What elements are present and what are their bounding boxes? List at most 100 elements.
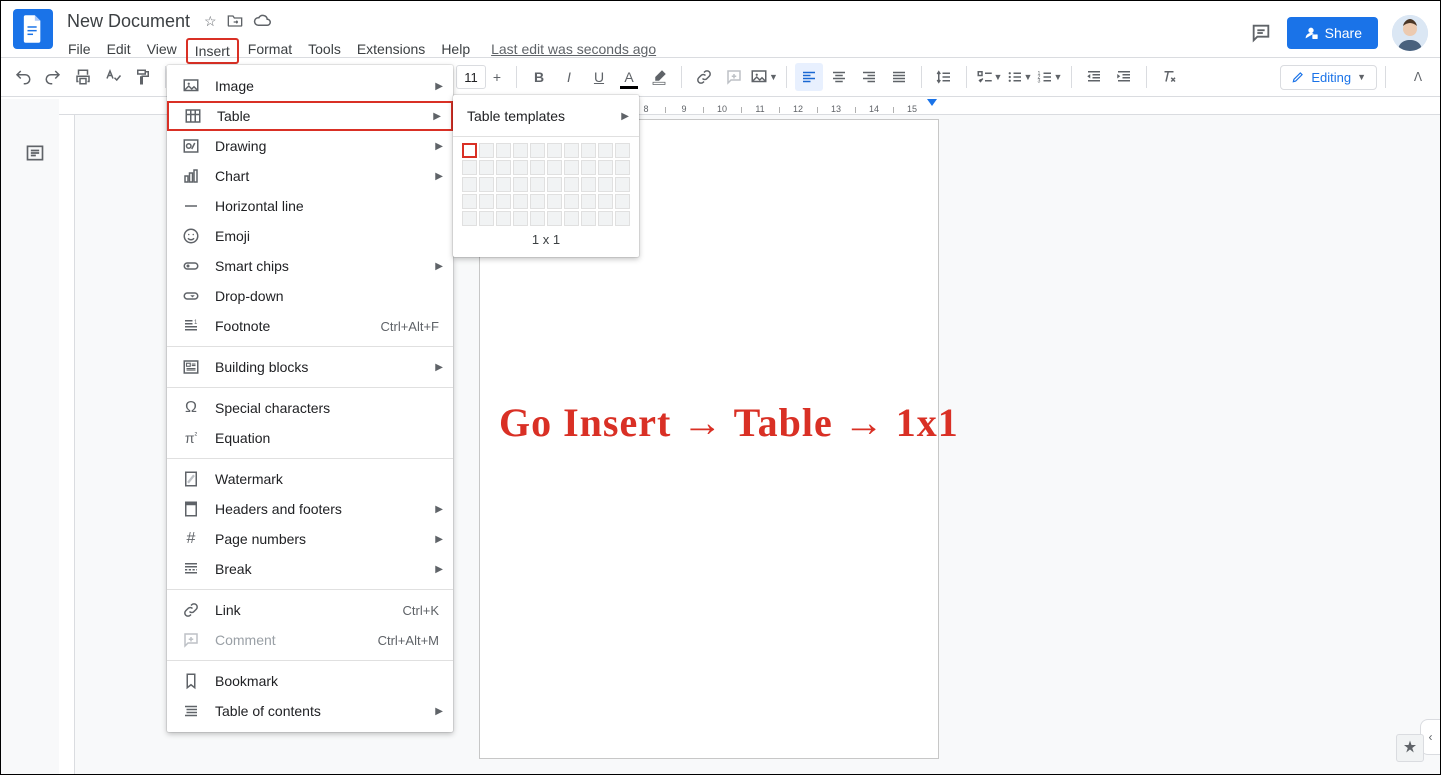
menu-edit[interactable]: Edit: [100, 38, 138, 64]
table-grid-cell[interactable]: [598, 143, 613, 158]
insert-break-item[interactable]: Break▶: [167, 554, 453, 584]
table-grid-cell[interactable]: [496, 160, 511, 175]
table-grid-cell[interactable]: [530, 143, 545, 158]
font-size-increase[interactable]: +: [486, 65, 508, 89]
table-grid-cell[interactable]: [564, 194, 579, 209]
menu-tools[interactable]: Tools: [301, 38, 348, 64]
table-grid-cell[interactable]: [496, 177, 511, 192]
docs-logo[interactable]: [13, 9, 53, 49]
underline-button[interactable]: U: [585, 63, 613, 91]
insert-footnote-item[interactable]: 1FootnoteCtrl+Alt+F: [167, 311, 453, 341]
insert-hr-item[interactable]: Horizontal line: [167, 191, 453, 221]
align-right-button[interactable]: [855, 63, 883, 91]
increase-indent-button[interactable]: [1110, 63, 1138, 91]
table-grid-cell[interactable]: [581, 143, 596, 158]
comment-history-icon[interactable]: [1249, 21, 1273, 45]
insert-toc-item[interactable]: Table of contents▶: [167, 696, 453, 726]
table-grid-cell[interactable]: [462, 211, 477, 226]
insert-omega-item[interactable]: ΩSpecial characters: [167, 393, 453, 423]
table-grid-cell[interactable]: [530, 194, 545, 209]
align-center-button[interactable]: [825, 63, 853, 91]
table-grid-cell[interactable]: [496, 194, 511, 209]
table-grid-cell[interactable]: [547, 194, 562, 209]
align-left-button[interactable]: [795, 63, 823, 91]
table-grid-cell[interactable]: [479, 211, 494, 226]
insert-image-item[interactable]: Image▶: [167, 71, 453, 101]
table-grid-cell[interactable]: [530, 211, 545, 226]
add-comment-button[interactable]: [720, 63, 748, 91]
menu-view[interactable]: View: [140, 38, 184, 64]
cloud-status-icon[interactable]: [253, 13, 271, 30]
table-grid-cell[interactable]: [615, 160, 630, 175]
print-button[interactable]: [69, 63, 97, 91]
menu-format[interactable]: Format: [241, 38, 299, 64]
insert-bookmark-item[interactable]: Bookmark: [167, 666, 453, 696]
clear-formatting-button[interactable]: [1155, 63, 1183, 91]
insert-pi-item[interactable]: π²Equation: [167, 423, 453, 453]
table-grid-cell[interactable]: [479, 194, 494, 209]
table-grid-cell[interactable]: [598, 211, 613, 226]
table-grid-cell[interactable]: [479, 143, 494, 158]
redo-button[interactable]: [39, 63, 67, 91]
table-grid-cell[interactable]: [581, 177, 596, 192]
table-grid-cell[interactable]: [530, 177, 545, 192]
editing-mode-button[interactable]: Editing ▼: [1280, 65, 1377, 90]
line-spacing-button[interactable]: [930, 63, 958, 91]
table-grid-cell[interactable]: [479, 177, 494, 192]
share-button[interactable]: Share: [1287, 17, 1378, 49]
star-icon[interactable]: ☆: [204, 13, 217, 30]
text-color-button[interactable]: A: [615, 63, 643, 91]
bulleted-list-button[interactable]: ▼: [1005, 63, 1033, 91]
last-edit-link[interactable]: Last edit was seconds ago: [491, 38, 656, 64]
spellcheck-button[interactable]: [99, 63, 127, 91]
table-grid-cell[interactable]: [462, 177, 477, 192]
insert-watermark-item[interactable]: Watermark: [167, 464, 453, 494]
decrease-indent-button[interactable]: [1080, 63, 1108, 91]
table-grid-cell[interactable]: [598, 194, 613, 209]
menu-extensions[interactable]: Extensions: [350, 38, 432, 64]
document-title[interactable]: New Document: [61, 9, 196, 34]
italic-button[interactable]: I: [555, 63, 583, 91]
table-grid-cell[interactable]: [462, 194, 477, 209]
hide-menus-button[interactable]: ᐱ: [1404, 63, 1432, 91]
paint-format-button[interactable]: [129, 63, 157, 91]
highlight-color-button[interactable]: [645, 63, 673, 91]
insert-dropdown-item[interactable]: Drop-down: [167, 281, 453, 311]
table-grid-cell[interactable]: [564, 160, 579, 175]
table-grid-cell[interactable]: [496, 143, 511, 158]
insert-image-button[interactable]: ▼: [750, 63, 778, 91]
table-grid-cell[interactable]: [530, 160, 545, 175]
checklist-button[interactable]: ▼: [975, 63, 1003, 91]
table-grid-cell[interactable]: [547, 160, 562, 175]
insert-blocks-item[interactable]: Building blocks▶: [167, 352, 453, 382]
table-grid-cell[interactable]: [615, 211, 630, 226]
table-grid-cell[interactable]: [564, 143, 579, 158]
table-grid-cell[interactable]: [496, 211, 511, 226]
table-grid-cell[interactable]: [581, 194, 596, 209]
table-grid-cell[interactable]: [581, 160, 596, 175]
table-grid-cell[interactable]: [615, 177, 630, 192]
insert-link-item[interactable]: LinkCtrl+K: [167, 595, 453, 625]
table-grid-cell[interactable]: [564, 211, 579, 226]
bold-button[interactable]: B: [525, 63, 553, 91]
table-grid-cell[interactable]: [547, 211, 562, 226]
insert-table-item[interactable]: Table▶: [167, 101, 453, 131]
table-grid-cell[interactable]: [513, 194, 528, 209]
insert-pagenum-item[interactable]: #Page numbers▶: [167, 524, 453, 554]
numbered-list-button[interactable]: 123▼: [1035, 63, 1063, 91]
explore-button[interactable]: [1396, 734, 1424, 762]
insert-headers-item[interactable]: Headers and footers▶: [167, 494, 453, 524]
table-grid-cell[interactable]: [598, 160, 613, 175]
vertical-ruler[interactable]: [59, 115, 75, 774]
table-grid-cell[interactable]: [564, 177, 579, 192]
align-justify-button[interactable]: [885, 63, 913, 91]
insert-emoji-item[interactable]: Emoji: [167, 221, 453, 251]
table-grid-cell[interactable]: [581, 211, 596, 226]
account-avatar[interactable]: [1392, 15, 1428, 51]
table-templates-item[interactable]: Table templates ▶: [453, 101, 639, 131]
table-grid-cell[interactable]: [547, 143, 562, 158]
menu-help[interactable]: Help: [434, 38, 477, 64]
table-size-grid[interactable]: [462, 143, 630, 226]
table-grid-cell[interactable]: [462, 143, 477, 158]
menu-file[interactable]: File: [61, 38, 98, 64]
